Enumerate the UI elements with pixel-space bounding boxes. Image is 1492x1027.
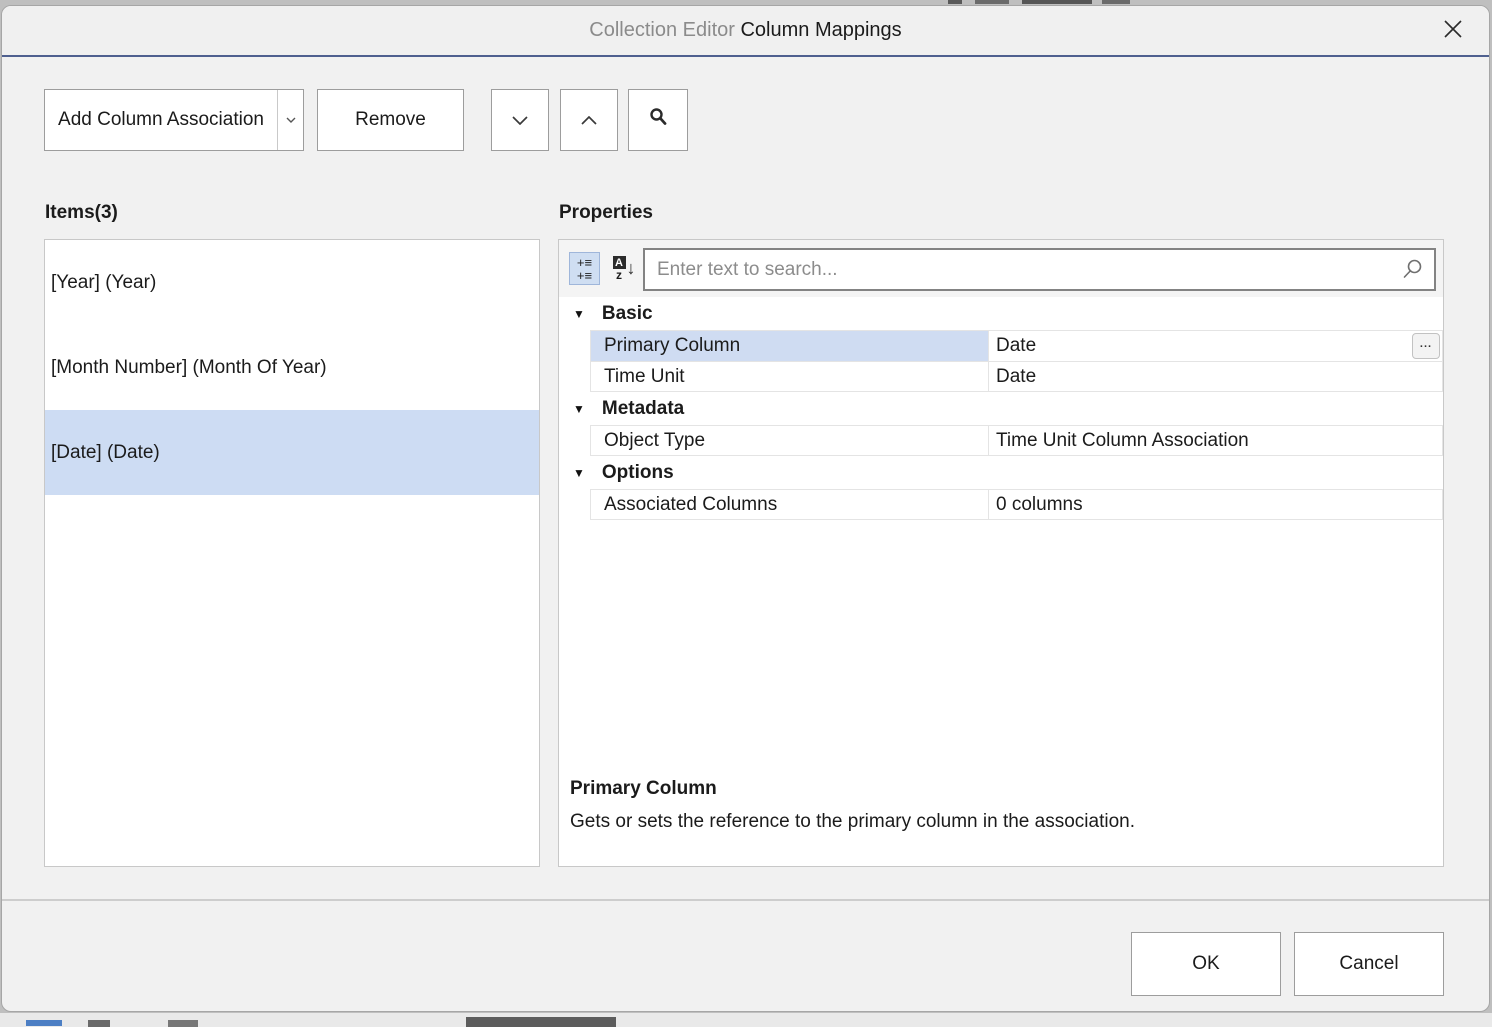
add-dropdown-arrow-icon[interactable] [277, 90, 303, 150]
search-icon [648, 107, 668, 133]
dialog-title: Collection Editor Column Mappings [2, 6, 1489, 55]
background-fragment [466, 1017, 616, 1027]
collapse-triangle-icon[interactable]: ▼ [573, 402, 585, 416]
property-label[interactable]: Associated Columns [591, 490, 989, 519]
background-fragment [1102, 0, 1130, 4]
background-fragment [168, 1020, 198, 1027]
description-text: Gets or sets the reference to the primar… [570, 811, 1427, 833]
ellipsis-button[interactable]: ... [1412, 333, 1440, 359]
property-row-object-type[interactable]: Object Type Time Unit Column Association [590, 425, 1443, 456]
property-value[interactable]: Time Unit Column Association [989, 426, 1442, 455]
property-description: Primary Column Gets or sets the referenc… [570, 778, 1427, 833]
cancel-button[interactable]: Cancel [1294, 932, 1444, 996]
list-item-selected[interactable]: [Date] (Date) [45, 410, 539, 495]
remove-button-label: Remove [355, 109, 426, 131]
category-name: Basic [602, 303, 653, 325]
category-row-metadata[interactable]: ▼ Metadata [559, 392, 1443, 425]
remove-button[interactable]: Remove [317, 89, 464, 151]
property-value[interactable]: Date [989, 362, 1442, 391]
sort-arrow-icon: ↓ [627, 258, 636, 279]
category-row-basic[interactable]: ▼ Basic [559, 297, 1443, 330]
collapse-triangle-icon[interactable]: ▼ [573, 466, 585, 480]
collapse-triangle-icon[interactable]: ▼ [573, 307, 585, 321]
find-button[interactable] [628, 89, 688, 151]
chevron-up-icon [581, 109, 597, 131]
add-column-association-button[interactable]: Add Column Association [44, 89, 304, 151]
property-grid-toolbar: +≡ +≡ A z ↓ [559, 240, 1443, 297]
collection-editor-dialog: Collection Editor Column Mappings Add Co… [1, 5, 1490, 1012]
categorized-icon: +≡ [577, 256, 592, 269]
category-name: Options [602, 462, 674, 484]
list-item[interactable]: [Month Number] (Month Of Year) [45, 325, 539, 410]
items-header: Items(3) [45, 202, 118, 224]
property-row-primary-column[interactable]: Primary Column Date ... [590, 330, 1443, 361]
category-row-options[interactable]: ▼ Options [559, 456, 1443, 489]
background-fragment [0, 1013, 1492, 1027]
property-label[interactable]: Time Unit [591, 362, 989, 391]
sort-az-icon: A z [613, 256, 626, 281]
items-list: [Year] (Year) [Month Number] (Month Of Y… [44, 239, 540, 867]
dialog-title-main: Column Mappings [740, 19, 901, 41]
move-up-button[interactable] [560, 89, 618, 151]
property-label[interactable]: Object Type [591, 426, 989, 455]
background-fragment [26, 1020, 62, 1026]
add-column-association-label[interactable]: Add Column Association [45, 90, 277, 150]
categorized-view-button[interactable]: +≡ +≡ [569, 252, 600, 285]
close-icon [1442, 18, 1464, 45]
background-fragment [1022, 0, 1092, 4]
background-fragment [88, 1020, 110, 1027]
property-value[interactable]: Date [989, 331, 1442, 361]
description-title: Primary Column [570, 778, 1427, 800]
chevron-down-icon [512, 109, 528, 131]
property-grid: ▼ Basic Primary Column Date ... Time Uni… [559, 297, 1443, 520]
property-row-time-unit[interactable]: Time Unit Date [590, 361, 1443, 392]
background-fragment [948, 0, 962, 4]
titlebar[interactable]: Collection Editor Column Mappings [2, 6, 1489, 55]
cancel-button-label: Cancel [1339, 953, 1398, 975]
ok-button-label: OK [1192, 953, 1219, 975]
dialog-title-prefix: Collection Editor [589, 19, 740, 41]
property-value[interactable]: 0 columns [989, 490, 1442, 519]
move-down-button[interactable] [491, 89, 549, 151]
list-item[interactable]: [Year] (Year) [45, 240, 539, 325]
property-label[interactable]: Primary Column [591, 331, 989, 361]
background-fragment [975, 0, 1009, 4]
footer-divider [2, 899, 1489, 901]
close-button[interactable] [1431, 11, 1475, 51]
property-search-input[interactable] [643, 248, 1436, 291]
properties-header: Properties [559, 202, 653, 224]
ok-button[interactable]: OK [1131, 932, 1281, 996]
categorized-icon: +≡ [577, 269, 592, 282]
property-grid-panel: +≡ +≡ A z ↓ ▼ Basic Primary Colu [558, 239, 1444, 867]
alphabetical-sort-button[interactable]: A z ↓ [606, 252, 642, 285]
category-name: Metadata [602, 398, 684, 420]
property-row-associated-columns[interactable]: Associated Columns 0 columns [590, 489, 1443, 520]
titlebar-accent-line [2, 55, 1489, 57]
